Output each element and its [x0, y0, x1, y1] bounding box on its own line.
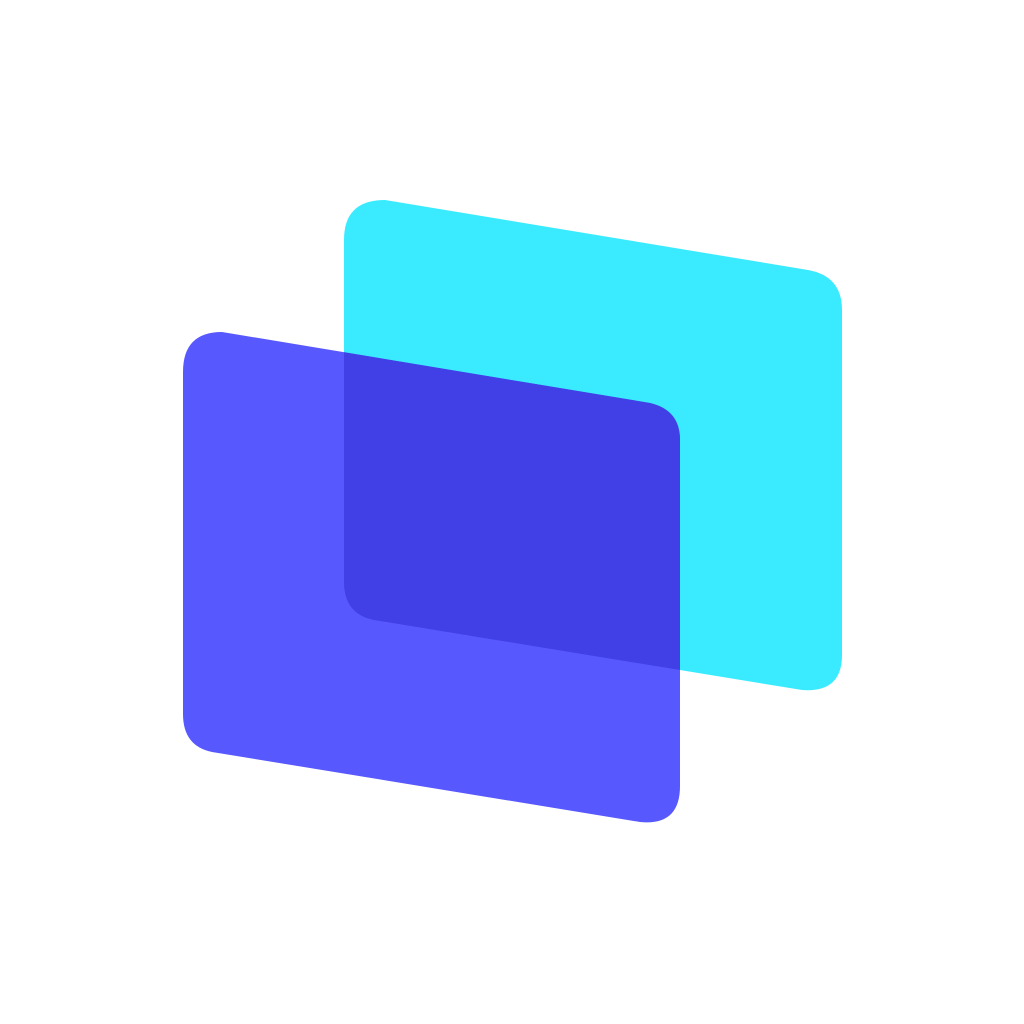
app-icon-canvas — [0, 0, 1024, 1024]
layered-panels-logo-icon — [0, 0, 1024, 1024]
